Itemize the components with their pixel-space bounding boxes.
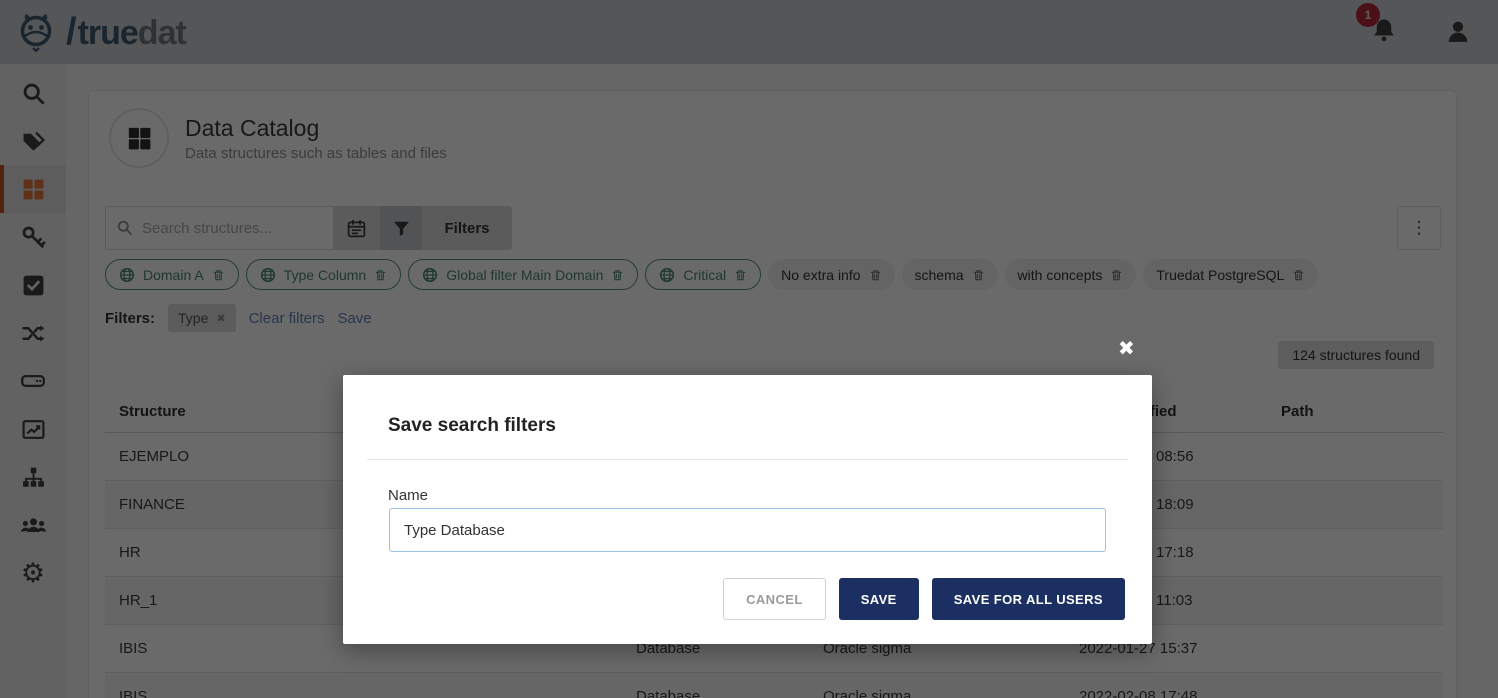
name-field-label: Name: [388, 487, 428, 504]
modal-title: Save search filters: [388, 415, 556, 437]
save-for-all-users-button[interactable]: SAVE FOR ALL USERS: [932, 578, 1125, 620]
save-button[interactable]: SAVE: [839, 578, 919, 620]
modal-close-icon[interactable]: ✖: [1118, 338, 1135, 358]
cancel-button[interactable]: CANCEL: [723, 578, 826, 620]
save-search-filters-modal: Save search filters Name CANCEL SAVE SAV…: [343, 375, 1152, 644]
modal-divider: [367, 459, 1128, 460]
name-field[interactable]: [389, 508, 1106, 552]
